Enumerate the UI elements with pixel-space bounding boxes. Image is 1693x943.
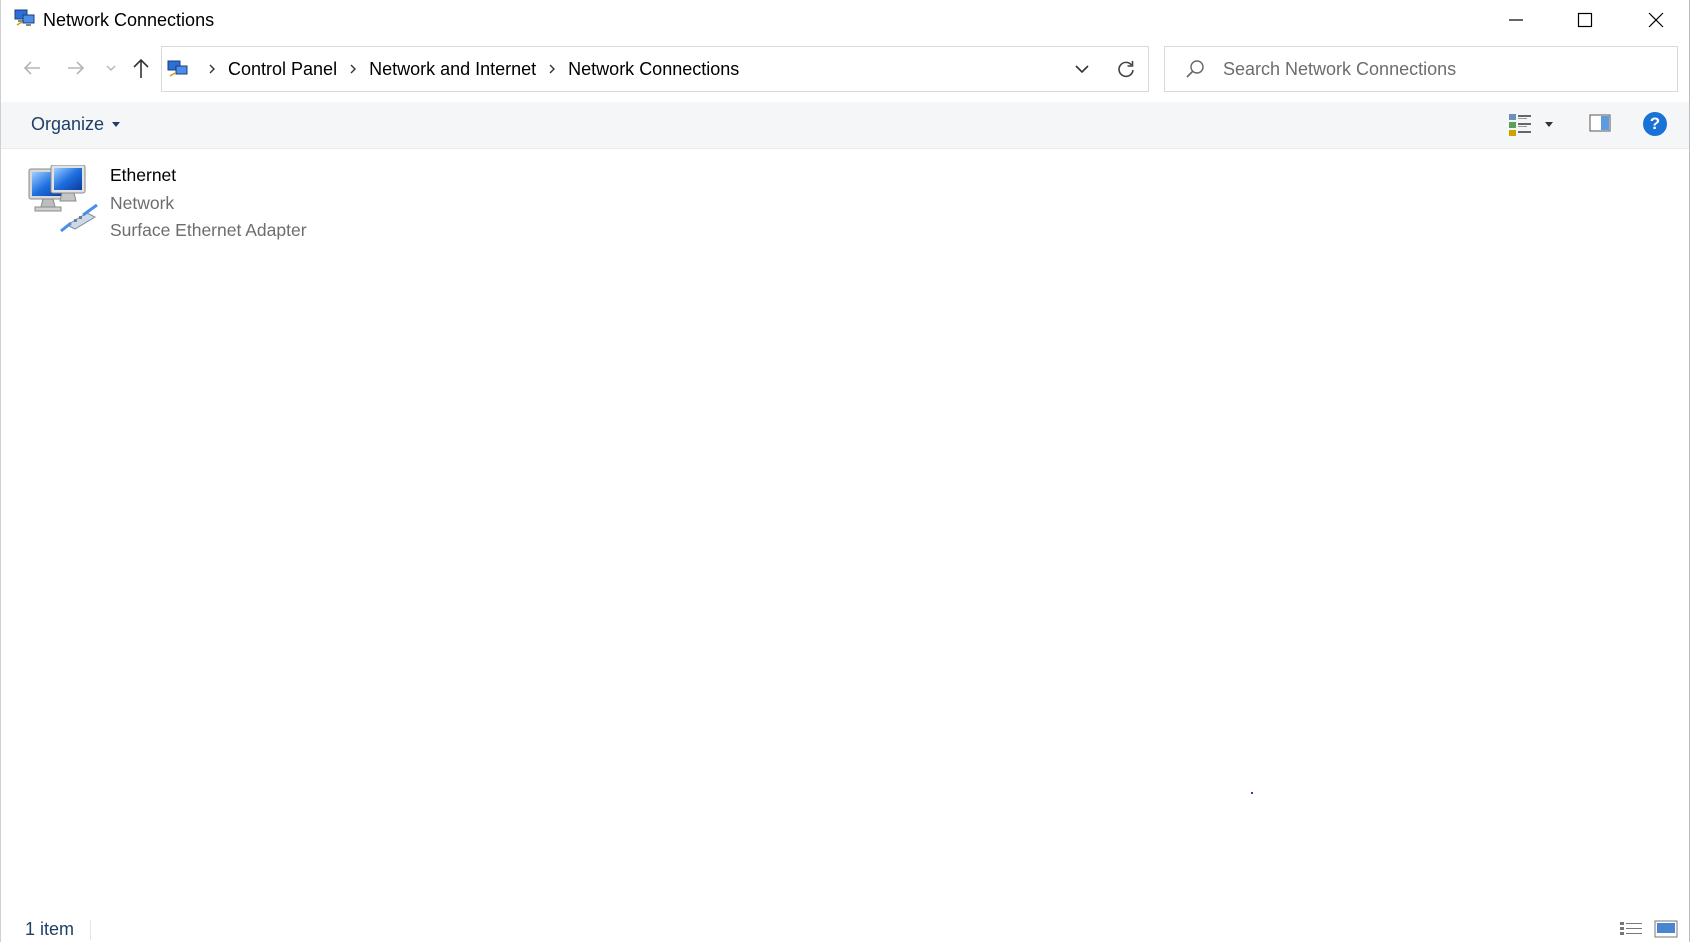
view-options-icon [1509, 114, 1531, 136]
breadcrumb-separator-icon[interactable] [548, 63, 556, 75]
file-list-area[interactable]: Ethernet Network Surface Ethernet Adapte… [1, 149, 1689, 909]
back-button[interactable] [17, 50, 47, 86]
breadcrumb: Control Panel Network and Internet Netwo… [196, 47, 739, 91]
change-view-button[interactable] [1507, 112, 1535, 138]
status-bar: 1 item [1, 912, 1689, 942]
recent-locations-button[interactable] [101, 50, 121, 86]
breadcrumb-network-and-internet[interactable]: Network and Internet [369, 59, 536, 80]
refresh-button[interactable] [1103, 46, 1149, 92]
item-count: 1 item [25, 919, 75, 939]
search-icon [1185, 59, 1205, 84]
address-bar[interactable]: Control Panel Network and Internet Netwo… [161, 46, 1104, 92]
connection-status: Network [110, 193, 175, 213]
help-icon[interactable]: ? [1643, 112, 1667, 136]
minimize-icon [1509, 19, 1523, 21]
organize-menu[interactable]: Organize [31, 114, 121, 135]
chevron-down-icon [106, 65, 116, 71]
minimize-button[interactable] [1481, 0, 1551, 40]
refresh-icon [1117, 61, 1134, 78]
large-icons-view-button[interactable] [1654, 920, 1678, 943]
connection-device: Surface Ethernet Adapter [110, 220, 307, 240]
maximize-button[interactable] [1550, 0, 1620, 40]
breadcrumb-network-connections[interactable]: Network Connections [568, 59, 739, 80]
preview-pane-button[interactable] [1589, 114, 1611, 137]
breadcrumb-separator-icon[interactable] [208, 63, 216, 75]
breadcrumb-separator-icon[interactable] [349, 63, 357, 75]
control-panel-icon [167, 59, 189, 79]
maximize-icon [1577, 12, 1593, 28]
address-history-button[interactable] [1062, 47, 1102, 91]
caret-down-icon [112, 122, 121, 127]
status-divider [90, 920, 91, 940]
arrow-left-icon [23, 61, 40, 75]
window-title: Network Connections [43, 10, 215, 30]
forward-button[interactable] [61, 50, 91, 86]
stray-pixel [1251, 792, 1253, 794]
ethernet-adapter-icon [27, 164, 101, 237]
connection-item-ethernet[interactable]: Ethernet Network Surface Ethernet Adapte… [27, 163, 327, 249]
details-view-button[interactable] [1619, 920, 1643, 943]
network-connections-icon [14, 8, 36, 28]
arrow-up-icon [133, 58, 149, 78]
close-icon [1648, 12, 1664, 28]
connection-name: Ethernet [110, 165, 177, 185]
large-icons-view-icon [1654, 920, 1678, 938]
details-view-icon [1620, 922, 1642, 935]
arrow-right-icon [68, 61, 85, 75]
caret-down-icon [1545, 122, 1553, 127]
close-button[interactable] [1621, 0, 1691, 40]
breadcrumb-control-panel[interactable]: Control Panel [228, 59, 337, 80]
command-bar: Organize ? [1, 102, 1689, 149]
preview-pane-icon [1589, 114, 1611, 132]
organize-label: Organize [31, 114, 105, 134]
search-box[interactable] [1164, 46, 1678, 92]
view-dropdown-button[interactable] [1545, 114, 1553, 132]
search-input[interactable] [1223, 55, 1663, 83]
navigation-row: Control Panel Network and Internet Netwo… [1, 46, 1689, 94]
chevron-down-icon [1075, 65, 1089, 74]
explorer-window: Network Connections Control Panel Networ… [0, 0, 1690, 942]
up-button[interactable] [126, 50, 156, 86]
title-bar[interactable]: Network Connections [1, 0, 1689, 40]
